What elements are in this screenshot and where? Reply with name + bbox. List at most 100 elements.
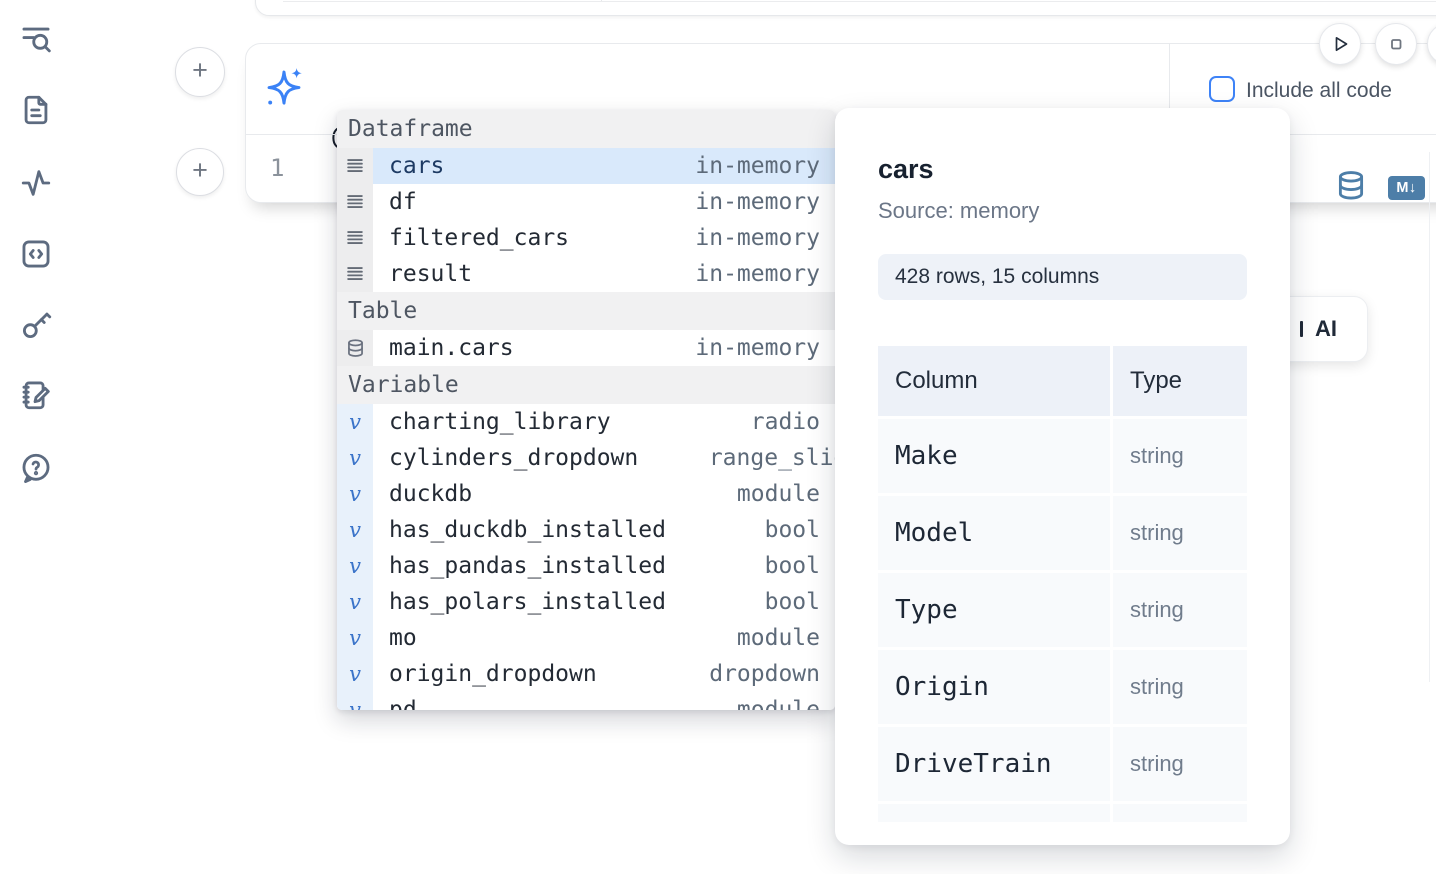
autocomplete-item-name: charting_library xyxy=(389,409,611,435)
autocomplete-item-pd[interactable]: v pd module xyxy=(337,692,835,710)
variable-icon: v xyxy=(337,512,373,548)
variable-icon: v xyxy=(337,620,373,656)
schema-table: Column Type MakestringModelstringTypestr… xyxy=(878,346,1247,822)
stop-button[interactable] xyxy=(1375,23,1417,65)
database-icon[interactable] xyxy=(1334,169,1368,203)
activity-icon[interactable] xyxy=(19,166,53,200)
dataframe-icon xyxy=(337,184,373,220)
help-chat-icon[interactable] xyxy=(19,451,53,485)
toc-search-icon[interactable] xyxy=(19,22,53,56)
clipped-letter-fragment xyxy=(1300,321,1303,337)
keys-icon[interactable] xyxy=(19,308,53,342)
autocomplete-item-name: df xyxy=(389,189,417,215)
dataframe-icon xyxy=(337,256,373,292)
schema-column-type: string xyxy=(1113,650,1247,724)
autocomplete-item-type: in-memory xyxy=(695,335,820,361)
autocomplete-popup: Dataframecarsin-memorydfin-memoryfiltere… xyxy=(337,110,835,710)
file-document-icon[interactable] xyxy=(19,93,53,127)
autocomplete-section-header: Table xyxy=(337,292,835,330)
autocomplete-item-cars[interactable]: cars in-memory xyxy=(337,148,835,184)
autocomplete-item-type: module xyxy=(737,625,820,651)
play-icon xyxy=(1328,32,1352,56)
run-button[interactable] xyxy=(1319,23,1361,65)
schema-row-clipped xyxy=(1113,804,1247,822)
autocomplete-item-main-cars[interactable]: main.cars in-memory xyxy=(337,330,835,366)
autocomplete-item-name: has_duckdb_installed xyxy=(389,517,666,543)
autocomplete-item-name: result xyxy=(389,261,472,287)
variable-icon: v xyxy=(337,656,373,692)
schema-column-type: string xyxy=(1113,573,1247,647)
autocomplete-item-filtered_cars[interactable]: filtered_cars in-memory xyxy=(337,220,835,256)
autocomplete-item-type: bool xyxy=(765,589,820,615)
autocomplete-item-charting_library[interactable]: v charting_library radio xyxy=(337,404,835,440)
schema-header-column: Column xyxy=(878,346,1110,416)
autocomplete-item-df[interactable]: df in-memory xyxy=(337,184,835,220)
stop-icon xyxy=(1384,32,1408,56)
database-icon xyxy=(337,330,373,366)
variable-icon: v xyxy=(337,476,373,512)
variable-icon: v xyxy=(337,548,373,584)
include-all-code-checkbox[interactable] xyxy=(1209,76,1235,102)
autocomplete-item-name: cylinders_dropdown xyxy=(389,445,638,471)
autocomplete-item-type: module xyxy=(737,481,820,507)
markdown-badge[interactable]: M↓ xyxy=(1388,176,1425,200)
left-sidebar xyxy=(0,0,72,874)
snippets-code-icon[interactable] xyxy=(19,237,53,271)
schema-column-name: Model xyxy=(878,496,1110,570)
dataframe-icon xyxy=(337,220,373,256)
preview-shape-badge: 428 rows, 15 columns xyxy=(878,254,1247,300)
schema-column-type: string xyxy=(1113,496,1247,570)
autocomplete-item-duckdb[interactable]: vduckdb module xyxy=(337,476,835,512)
autocomplete-item-name: pd xyxy=(389,697,417,710)
schema-row-clipped xyxy=(878,804,1110,822)
autocomplete-item-origin_dropdown[interactable]: v origin_dropdown dropdown xyxy=(337,656,835,692)
autocomplete-item-type: in-memory xyxy=(695,225,820,251)
line-number: 1 xyxy=(270,154,284,182)
preview-source: Source: memory xyxy=(878,198,1247,224)
add-cell-below-button[interactable]: + xyxy=(176,148,224,196)
autocomplete-item-type: in-memory xyxy=(695,153,820,179)
autocomplete-item-type: in-memory xyxy=(695,189,820,215)
autocomplete-item-result[interactable]: result in-memory xyxy=(337,256,835,292)
autocomplete-item-has_polars_installed[interactable]: v has_polars_installed bool xyxy=(337,584,835,620)
autocomplete-item-name: mo xyxy=(389,625,417,651)
autocomplete-item-type: module xyxy=(737,697,820,710)
autocomplete-item-name: filtered_cars xyxy=(389,225,569,251)
autocomplete-item-mo[interactable]: vmo module xyxy=(337,620,835,656)
schema-column-name: Make xyxy=(878,419,1110,493)
previous-cell-bottom xyxy=(255,0,1436,16)
scratchpad-icon[interactable] xyxy=(19,378,53,412)
autocomplete-item-type: in-memory xyxy=(695,261,820,287)
autocomplete-item-type: radio xyxy=(751,409,820,435)
variable-icon: v xyxy=(337,692,373,710)
schema-header-type: Type xyxy=(1113,346,1247,416)
schema-column-name: DriveTrain xyxy=(878,727,1110,801)
autocomplete-item-type: range_slider xyxy=(709,445,835,471)
ai-button-label: AI xyxy=(1315,316,1337,342)
dataframe-preview-card: cars Source: memory 428 rows, 15 columns… xyxy=(835,108,1290,845)
marimo-notebook: { "colors": { "accent_blue": "#3b82f6", … xyxy=(0,0,1436,874)
add-cell-above-button[interactable]: + xyxy=(175,47,225,97)
autocomplete-item-has_duckdb_installed[interactable]: vhas_duckdb_installedbool xyxy=(337,512,835,548)
schema-column-type: string xyxy=(1113,419,1247,493)
variable-icon: v xyxy=(337,404,373,440)
dataframe-icon xyxy=(337,148,373,184)
ai-sparkle-icon xyxy=(261,64,307,110)
autocomplete-item-cylinders_dropdown[interactable]: v cylinders_dropdown range_slider xyxy=(337,440,835,476)
autocomplete-item-name: cars xyxy=(389,153,444,179)
autocomplete-item-name: has_polars_installed xyxy=(389,589,666,615)
autocomplete-section-header: Variable xyxy=(337,366,835,404)
include-all-code-label: Include all code xyxy=(1246,79,1392,103)
schema-column-name: Origin xyxy=(878,650,1110,724)
autocomplete-item-name: main.cars xyxy=(389,335,514,361)
variable-icon: v xyxy=(337,440,373,476)
autocomplete-item-type: dropdown xyxy=(709,661,820,687)
variable-icon: v xyxy=(337,584,373,620)
schema-column-type: string xyxy=(1113,727,1247,801)
autocomplete-item-has_pandas_installed[interactable]: vhas_pandas_installedbool xyxy=(337,548,835,584)
autocomplete-item-name: duckdb xyxy=(389,481,472,507)
autocomplete-item-name: origin_dropdown xyxy=(389,661,597,687)
schema-column-name: Type xyxy=(878,573,1110,647)
autocomplete-item-name: has_pandas_installed xyxy=(389,553,666,579)
schema-table-wrap: Column Type MakestringModelstringTypestr… xyxy=(878,346,1247,822)
